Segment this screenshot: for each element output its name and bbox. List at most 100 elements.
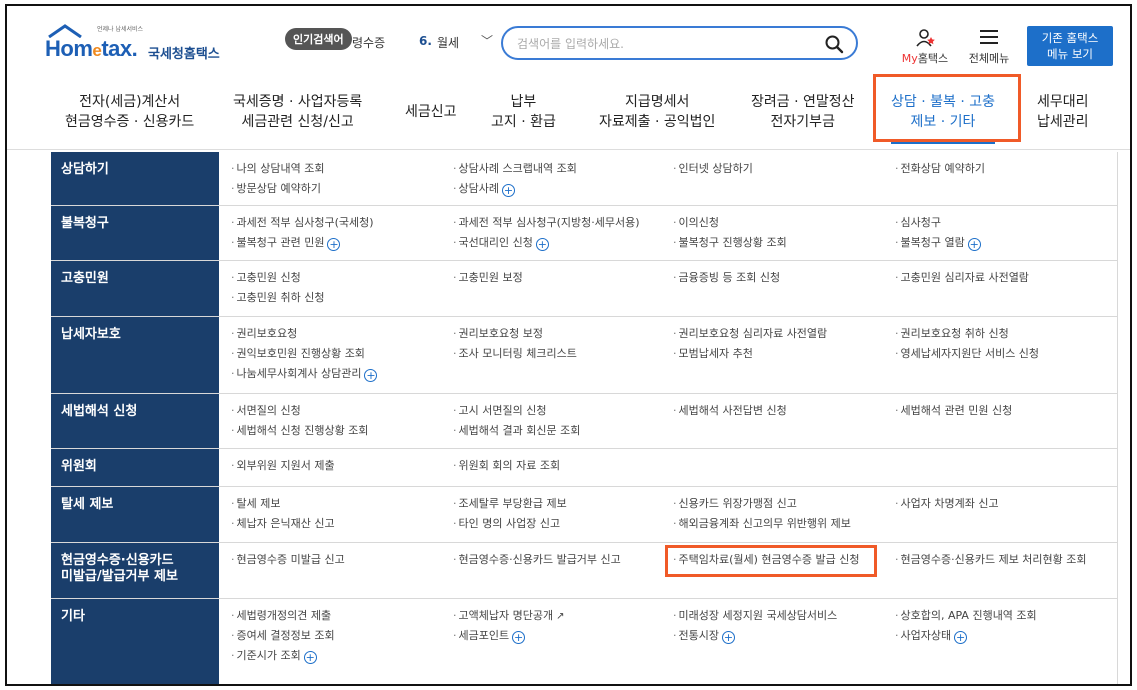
nav-certificate-registration[interactable]: 국세증명 · 사업자등록 세금관련 신청/신고	[233, 92, 362, 132]
menu-category[interactable]: 상담하기	[61, 162, 109, 178]
popular-search-previous[interactable]: 령수증	[352, 34, 385, 51]
menu-category[interactable]: 기타	[61, 609, 85, 625]
menu-link[interactable]: 조세탈루 부당환급 제보	[453, 497, 567, 511]
menu-link[interactable]: 세법해석 사전답변 신청	[673, 404, 787, 418]
chevron-down-icon[interactable]: ﹀	[481, 32, 493, 49]
menu-link[interactable]: 권리보호요청 보정	[453, 327, 543, 341]
menu-link[interactable]: 권리보호요청	[231, 327, 298, 341]
menu-link[interactable]: 위원회 회의 자료 조회	[453, 459, 561, 473]
menu-link[interactable]: 전화상담 예약하기	[895, 162, 985, 176]
menu-link[interactable]: 상담사례+	[453, 182, 515, 197]
menu-link[interactable]: 해외금융계좌 신고의무 위반행위 제보	[673, 517, 851, 531]
old-hometax-line1: 기존 홈택스	[1041, 31, 1099, 45]
nav-payment-refund[interactable]: 납부 고지 · 환급	[491, 92, 556, 132]
logo-wordmark: Hometax.	[45, 36, 138, 61]
menu-link[interactable]: 이의신청	[673, 216, 719, 230]
menu-link[interactable]: 과세전 적부 심사청구(국세청)	[231, 216, 374, 230]
menu-link[interactable]: 영세납세자지원단 서비스 신청	[895, 347, 1040, 361]
plus-circle-icon[interactable]: +	[721, 631, 735, 644]
popular-search-term[interactable]: 월세	[437, 34, 459, 51]
menu-link[interactable]: 고충민원 심리자료 사전열람	[895, 271, 1029, 285]
menu-link[interactable]: 기준시가 조회+	[231, 649, 317, 664]
menu-link[interactable]: 조사 모니터링 체크리스트	[453, 347, 577, 361]
menu-link[interactable]: 불복청구 관련 민원+	[231, 236, 341, 251]
menu-link[interactable]: 미래성장 세정지원 국세상담서비스	[673, 609, 838, 623]
menu-link[interactable]: 세법해석 관련 민원 신청	[895, 404, 1013, 418]
nav-tax-agent[interactable]: 세무대리 납세관리	[1037, 92, 1089, 132]
plus-circle-icon[interactable]: +	[327, 238, 341, 251]
menu-category[interactable]: 현금영수증·신용카드 미발급/발급거부 제보	[61, 553, 178, 585]
plus-circle-icon[interactable]: +	[303, 651, 317, 664]
menu-link[interactable]: 타인 명의 사업장 신고	[453, 517, 561, 531]
menu-category[interactable]: 납세자보호	[61, 327, 121, 343]
menu-row: 세법해석 신청서면질의 신청고시 서면질의 신청세법해석 사전답변 신청세법해석…	[51, 394, 1118, 449]
menu-link[interactable]: 나눔세무사회계사 상담관리+	[231, 367, 378, 382]
menu-link[interactable]: 탈세 제보	[231, 497, 281, 511]
menu-link[interactable]: 나의 상담내역 조회	[231, 162, 325, 176]
menu-link[interactable]: 세법해석 신청 진행상황 조회	[231, 424, 369, 438]
plus-circle-icon[interactable]: +	[364, 369, 378, 382]
search-input[interactable]	[517, 34, 817, 54]
menu-link[interactable]: 방문상담 예약하기	[231, 182, 321, 196]
menu-link[interactable]: 주택임차료(월세) 현금영수증 발급 신청	[673, 553, 860, 567]
menu-link[interactable]: 고충민원 보정	[453, 271, 523, 285]
menu-link[interactable]: 전통시장+	[673, 629, 735, 644]
menu-link[interactable]: 체납자 은닉재산 신고	[231, 517, 335, 531]
plus-circle-icon[interactable]: +	[535, 238, 549, 251]
menu-link[interactable]: 모범납세자 추천	[673, 347, 753, 361]
search-icon[interactable]	[824, 34, 844, 54]
menu-category[interactable]: 불복청구	[61, 216, 109, 232]
menu-link[interactable]: 세법령개정의견 제출	[231, 609, 332, 623]
menu-link[interactable]: 권익보호민원 진행상황 조회	[231, 347, 365, 361]
menu-link[interactable]: 불복청구 진행상황 조회	[673, 236, 787, 250]
menu-link[interactable]: 사업자 차명계좌 신고	[895, 497, 999, 511]
menu-link[interactable]: 현금영수증·신용카드 발급거부 신고	[453, 553, 621, 567]
plus-circle-icon[interactable]: +	[954, 631, 968, 644]
menu-link[interactable]: 고시 서면질의 신청	[453, 404, 547, 418]
external-link-icon[interactable]: ↗	[556, 610, 564, 624]
menu-link[interactable]: 현금영수증·신용카드 제보 처리현황 조회	[895, 553, 1087, 567]
menu-link[interactable]: 금융증빙 등 조회 신청	[673, 271, 781, 285]
menu-category[interactable]: 탈세 제보	[61, 497, 113, 513]
plus-circle-icon[interactable]: +	[967, 238, 981, 251]
nav-e-invoice[interactable]: 전자(세금)계산서 현금영수증 · 신용카드	[65, 92, 194, 132]
menu-link[interactable]: 상담사례 스크랩내역 조회	[453, 162, 577, 176]
nav-payment-statement[interactable]: 지급명세서 자료제출 · 공익법인	[599, 92, 715, 132]
logo-tagline: 언제나 납세서비스	[97, 26, 144, 33]
plus-circle-icon[interactable]: +	[501, 184, 515, 197]
menu-link[interactable]: 사업자상태+	[895, 629, 968, 644]
menu-link[interactable]: 권리보호요청 취하 신청	[895, 327, 1009, 341]
menu-link[interactable]: 증여세 결정정보 조회	[231, 629, 335, 643]
menu-link[interactable]: 신용카드 위장가맹점 신고	[673, 497, 797, 511]
menu-row: 기타 세법령개정의견 제출 고액체납자 명단공개↗ 미래성장 세정지원 국세상담서비스…	[51, 599, 1118, 684]
menu-link[interactable]: 불복청구 열람+	[895, 236, 981, 251]
menu-link[interactable]: 세법해석 결과 회신문 조회	[453, 424, 581, 438]
menu-category[interactable]: 위원회	[61, 459, 97, 475]
menu-row: 고충민원 고충민원 신청 고충민원 보정 금융증빙 등 조회 신청 고충민원 심리자료 …	[51, 261, 1118, 317]
menu-link[interactable]: 고충민원 신청	[231, 271, 301, 285]
menu-link[interactable]: 세금포인트+	[453, 629, 526, 644]
all-menu-label: 전체메뉴	[968, 52, 1010, 65]
my-hometax-button[interactable]: My홈택스	[895, 28, 955, 68]
menu-link[interactable]: 고충민원 취하 신청	[231, 291, 325, 305]
menu-link[interactable]: 인터넷 상담하기	[673, 162, 753, 176]
nav-tax-return[interactable]: 세금신고	[405, 102, 457, 122]
menu-link[interactable]: 서면질의 신청	[231, 404, 301, 418]
hometax-logo[interactable]: 언제나 납세서비스 Hometax. 국세청홈택스	[45, 24, 230, 64]
nav-incentive-yearend[interactable]: 장려금 · 연말정산 전자기부금	[751, 92, 855, 132]
menu-link[interactable]: 현금영수증 미발급 신고	[231, 553, 345, 567]
menu-link[interactable]: 국선대리인 신청+	[453, 236, 549, 251]
menu-link[interactable]: 고액체납자 명단공개↗	[453, 609, 565, 624]
menu-link[interactable]: 외부위원 지원서 제출	[231, 459, 335, 473]
plus-circle-icon[interactable]: +	[512, 631, 526, 644]
menu-link[interactable]: 상호합의, APA 진행내역 조회	[895, 609, 1037, 623]
old-hometax-menu-button[interactable]: 기존 홈택스 메뉴 보기	[1027, 26, 1113, 66]
menu-link[interactable]: 과세전 적부 심사청구(지방청·세무서용)	[453, 216, 640, 230]
header: 언제나 납세서비스 Hometax. 국세청홈택스 인기검색어 령수증 6. 월…	[7, 6, 1130, 74]
menu-link[interactable]: 심사청구	[895, 216, 941, 230]
menu-category[interactable]: 세법해석 신청	[61, 404, 137, 420]
menu-row: 위원회 외부위원 지원서 제출 위원회 회의 자료 조회	[51, 449, 1118, 487]
menu-category[interactable]: 고충민원	[61, 271, 109, 287]
menu-link[interactable]: 권리보호요청 심리자료 사전열람	[673, 327, 828, 341]
all-menu-button[interactable]: 전체메뉴	[961, 28, 1017, 68]
